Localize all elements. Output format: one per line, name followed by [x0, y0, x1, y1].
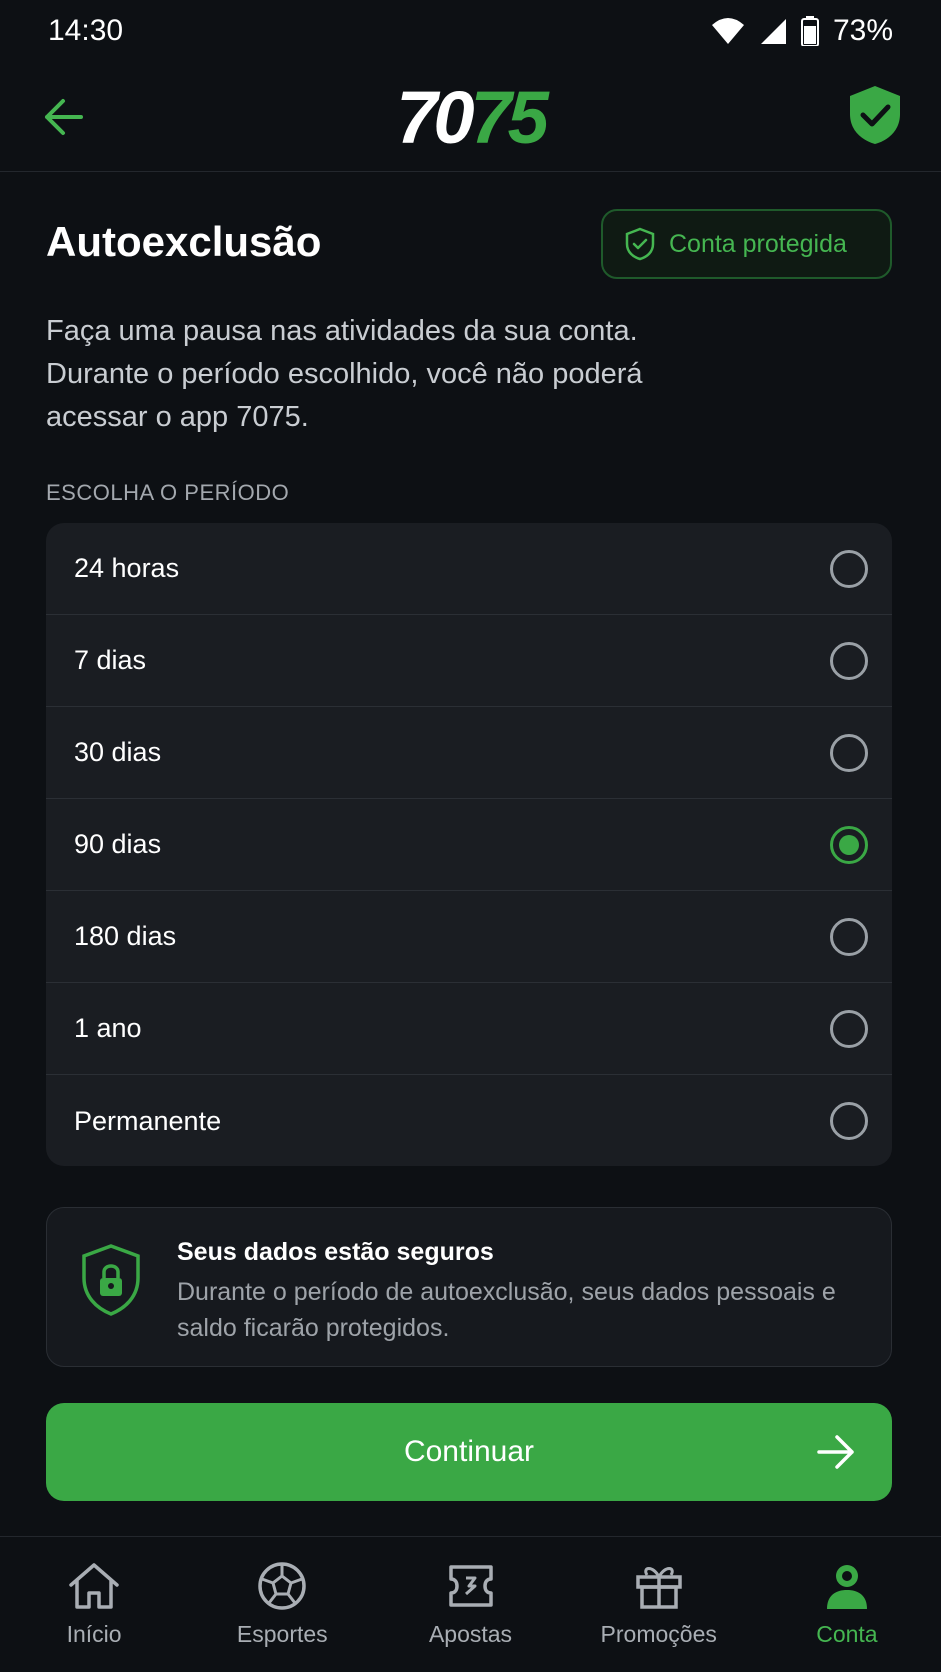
period-option-30d[interactable]: 30 dias [46, 707, 892, 799]
period-option-180d[interactable]: 180 dias [46, 891, 892, 983]
status-bar: 14:30 73% [0, 0, 941, 62]
nav-label: Conta [816, 1621, 878, 1647]
radio-button[interactable] [830, 549, 868, 588]
shield-check-icon [850, 86, 900, 144]
battery-percent: 73% [832, 14, 893, 47]
continue-button[interactable]: Continuar [46, 1403, 892, 1501]
status-time: 14:30 [48, 14, 124, 47]
radio-button[interactable] [830, 1009, 868, 1048]
soccer-ball-icon [258, 1562, 307, 1610]
nav-label: Esportes [236, 1621, 328, 1647]
secure-data-card: Seus dados estão seguros Durante o perío… [46, 1207, 892, 1367]
user-icon [826, 1565, 867, 1609]
page-description: Faça uma pausa nas atividades da sua con… [46, 315, 643, 433]
nav-item-esportes[interactable]: Esportes [188, 1537, 376, 1672]
nav-item-promocoes[interactable]: Promoções [565, 1537, 753, 1672]
status-icons: 73% [711, 14, 893, 48]
app-bar: 7075 [0, 66, 941, 172]
period-option-7d[interactable]: 7 dias [46, 615, 892, 707]
ticket-icon [448, 1565, 493, 1607]
secure-card-text: Durante o período de autoexclusão, seus … [177, 1278, 836, 1342]
period-option-24h[interactable]: 24 horas [46, 523, 892, 615]
option-label: 24 horas [74, 553, 180, 583]
brand-logo: 7075 [396, 76, 549, 159]
option-label: 1 ano [74, 1013, 142, 1043]
nav-item-inicio[interactable]: Início [0, 1537, 188, 1672]
wifi-icon [711, 18, 744, 44]
bottom-navigation: Início Esportes Apostas Promoções Conta [0, 1536, 941, 1672]
shield-check-outline-icon [625, 227, 655, 261]
period-option-permanent[interactable]: Permanente [46, 1075, 892, 1166]
cell-signal-icon [760, 19, 786, 44]
protected-account-badge: Conta protegida [601, 209, 892, 279]
option-label: 7 dias [74, 645, 147, 675]
option-label: 30 dias [74, 737, 162, 767]
arrow-right-icon [817, 1435, 854, 1469]
nav-item-apostas[interactable]: Apostas [376, 1537, 564, 1672]
period-option-90d[interactable]: 90 dias [46, 799, 892, 891]
shield-lock-icon [82, 1244, 140, 1316]
section-label: ESCOLHA O PERÍODO [46, 480, 290, 505]
option-label: Permanente [74, 1105, 222, 1136]
page-title: Autoexclusão [46, 218, 322, 265]
radio-button-selected[interactable] [830, 825, 868, 864]
nav-label: Promoções [600, 1621, 717, 1647]
secure-card-title: Seus dados estão seguros [177, 1238, 494, 1266]
period-option-1y[interactable]: 1 ano [46, 983, 892, 1075]
radio-button[interactable] [830, 733, 868, 772]
home-icon [69, 1563, 119, 1609]
radio-button[interactable] [830, 641, 868, 680]
nav-label: Início [66, 1621, 122, 1647]
option-label: 90 dias [74, 829, 162, 859]
period-options-list: 24 horas 7 dias 30 dias 90 dias 180 dias… [46, 523, 892, 1166]
radio-button[interactable] [830, 1102, 868, 1140]
badge-label: Conta protegida [669, 229, 847, 258]
security-shield-button[interactable] [847, 84, 903, 146]
gift-icon [635, 1567, 682, 1609]
nav-item-conta[interactable]: Conta [753, 1537, 941, 1672]
battery-icon [800, 16, 819, 46]
nav-label: Apostas [428, 1621, 513, 1647]
radio-button[interactable] [830, 917, 868, 956]
option-label: 180 dias [74, 921, 177, 951]
continue-label: Continuar [403, 1435, 535, 1468]
